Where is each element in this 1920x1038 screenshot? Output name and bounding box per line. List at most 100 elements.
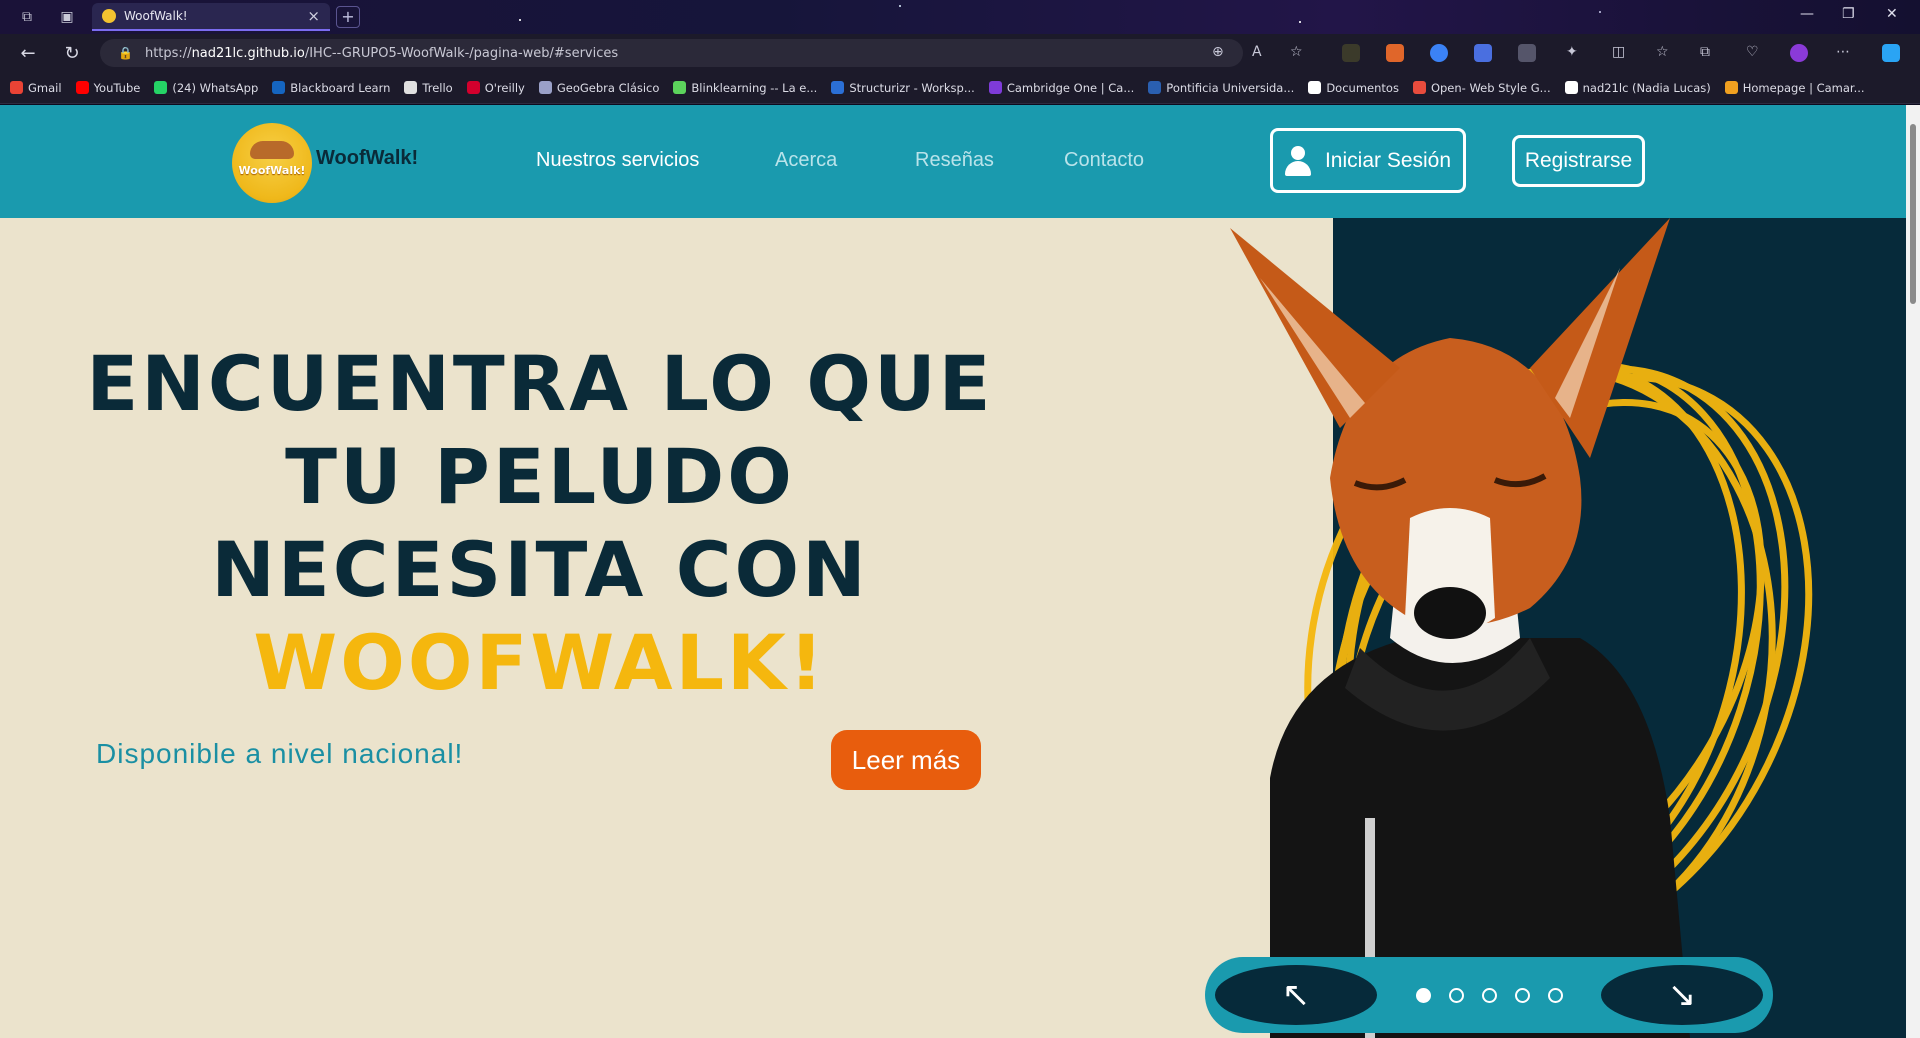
bookmark-favicon-icon: [1564, 81, 1578, 94]
zoom-icon[interactable]: ⊕: [1212, 44, 1224, 60]
bookmark-favicon-icon: [466, 81, 480, 94]
carousel-prev-button[interactable]: ↖: [1215, 965, 1377, 1025]
bookmark-label: Cambridge One | Ca...: [1006, 80, 1135, 95]
bookmark-item[interactable]: nad21lc (Nadia Lucas): [1564, 81, 1711, 95]
bookmark-favicon-icon: [988, 81, 1002, 94]
bookmark-item[interactable]: Blinklearning -- La e...: [673, 81, 817, 95]
bookmark-item[interactable]: Blackboard Learn: [272, 81, 390, 95]
favorites-icon[interactable]: ☆: [1656, 44, 1669, 60]
bookmark-item[interactable]: Open- Web Style G...: [1412, 80, 1551, 95]
bookmark-item[interactable]: Structurizr - Worksp...: [831, 81, 975, 95]
back-icon[interactable]: ←: [16, 43, 40, 64]
minimize-icon[interactable]: —: [1800, 6, 1814, 22]
bookmark-label: Documentos: [1326, 80, 1399, 95]
carousel-dot[interactable]: [1481, 987, 1497, 1003]
bookmark-favicon-icon: [404, 81, 418, 94]
bookmark-item[interactable]: Cambridge One | Ca...: [988, 80, 1135, 95]
url-field[interactable]: 🔒 https://nad21lc.github.io/IHC--GRUPO5-…: [100, 39, 1243, 67]
hero-heading: ENCUENTRA LO QUE TU PELUDO NECESITA CON …: [60, 337, 1020, 709]
browser-tab-active[interactable]: WoofWalk! ×: [92, 3, 330, 31]
bookmark-favicon-icon: [538, 81, 552, 94]
bookmark-item[interactable]: GeoGebra Clásico: [538, 81, 659, 95]
favicon-icon: [102, 9, 116, 23]
translate-icon[interactable]: [1474, 44, 1492, 62]
bookmark-label: Open- Web Style G...: [1430, 80, 1551, 95]
tab-actions-icon[interactable]: ▣: [58, 8, 76, 26]
nav-link-contact[interactable]: Contacto: [1064, 149, 1144, 172]
read-more-button[interactable]: Leer más: [831, 730, 981, 790]
site-logo[interactable]: WoofWalk!: [232, 123, 312, 203]
hero-heading-line: TU PELUDO: [285, 432, 795, 521]
bookmark-item[interactable]: Gmail: [10, 81, 62, 95]
bookmark-item[interactable]: Documentos: [1308, 81, 1399, 95]
extension-icon[interactable]: [1342, 44, 1360, 62]
login-button[interactable]: Iniciar Sesión: [1270, 128, 1466, 193]
bookmark-favicon-icon: [673, 81, 687, 94]
bookmark-label: Homepage | Camar...: [1742, 80, 1865, 95]
new-tab-button[interactable]: +: [336, 6, 360, 28]
bookmark-item[interactable]: YouTube: [75, 80, 141, 95]
bookmark-favicon-icon: [1412, 81, 1426, 94]
bookmark-label: O'reilly: [484, 80, 525, 95]
profile-avatar[interactable]: [1790, 44, 1808, 62]
carousel-dot[interactable]: [1547, 987, 1563, 1003]
carousel-next-button[interactable]: ↘: [1601, 965, 1763, 1025]
carousel-dot[interactable]: [1448, 987, 1464, 1003]
nav-link-reviews[interactable]: Reseñas: [915, 149, 994, 172]
favorite-star-icon[interactable]: ☆: [1290, 44, 1303, 60]
workspaces-icon[interactable]: ⧉: [18, 8, 36, 26]
bookmark-item[interactable]: O'reilly: [466, 80, 525, 95]
bookmark-favicon-icon: [75, 81, 89, 94]
extensions-puzzle-icon[interactable]: ✦: [1566, 44, 1578, 60]
bookmark-favicon-icon: [1724, 81, 1738, 94]
tab-title: WoofWalk!: [124, 9, 188, 23]
close-tab-icon[interactable]: ×: [307, 7, 320, 25]
bookmark-item[interactable]: Trello: [404, 80, 453, 95]
bookmarks-bar: Gmail YouTube (24) WhatsApp Blackboard Lear…: [0, 72, 1920, 104]
more-menu-icon[interactable]: ⋯: [1836, 44, 1850, 60]
bookmark-label: YouTube: [93, 80, 141, 95]
nav-link-about[interactable]: Acerca: [775, 149, 837, 172]
bookmark-label: Blinklearning -- La e...: [691, 80, 818, 95]
logo-dog-icon: [250, 141, 294, 159]
register-button[interactable]: Registrarse: [1512, 135, 1645, 187]
nav-link-services[interactable]: Nuestros servicios: [536, 149, 699, 172]
bookmark-favicon-icon: [1148, 81, 1162, 94]
performance-icon[interactable]: ♡: [1746, 44, 1759, 60]
url-text: https://nad21lc.github.io/IHC--GRUPO5-Wo…: [144, 45, 619, 61]
read-aloud-icon[interactable]: A: [1252, 44, 1262, 60]
arrow-up-left-icon: ↖: [1281, 975, 1311, 1015]
bookmark-item[interactable]: Pontificia Universida...: [1148, 81, 1294, 95]
register-label: Registrarse: [1524, 149, 1633, 172]
carousel-dots: [1415, 987, 1563, 1003]
carousel-dot[interactable]: [1514, 987, 1530, 1003]
user-icon: [1284, 145, 1311, 176]
collections-icon[interactable]: ⧉: [1700, 44, 1710, 60]
bookmark-label: Blackboard Learn: [290, 80, 391, 95]
extension-icon[interactable]: [1430, 44, 1448, 62]
bookmark-favicon-icon: [272, 81, 286, 94]
copilot-icon[interactable]: [1882, 44, 1900, 62]
hero-heading-accent: WOOFWALK!: [253, 618, 827, 707]
refresh-icon[interactable]: ↻: [60, 43, 84, 64]
arrow-down-right-icon: ↘: [1667, 975, 1697, 1015]
bookmark-label: Pontificia Universida...: [1166, 80, 1295, 95]
bookmark-label: (24) WhatsApp: [172, 80, 259, 95]
extension-icon[interactable]: [1386, 44, 1404, 62]
scrollbar-thumb[interactable]: [1910, 124, 1916, 304]
bookmark-item[interactable]: Homepage | Camar...: [1724, 80, 1865, 95]
lock-icon: 🔒: [118, 46, 133, 60]
logo-text: WoofWalk!: [238, 163, 306, 177]
hero-heading-line: NECESITA CON: [211, 525, 869, 614]
bookmark-favicon-icon: [831, 81, 845, 94]
bookmark-item[interactable]: (24) WhatsApp: [154, 81, 258, 95]
bookmark-label: Trello: [422, 80, 453, 95]
brand-name[interactable]: WoofWalk!: [316, 147, 418, 170]
split-screen-icon[interactable]: ◫: [1612, 44, 1625, 60]
restore-icon[interactable]: ❐: [1842, 6, 1855, 22]
hero-carousel-controls: ↖ ↘: [1205, 957, 1773, 1033]
close-window-icon[interactable]: ✕: [1886, 6, 1898, 22]
bookmark-label: Gmail: [28, 80, 62, 95]
carousel-dot[interactable]: [1415, 987, 1431, 1003]
extension-icon[interactable]: [1518, 44, 1536, 62]
